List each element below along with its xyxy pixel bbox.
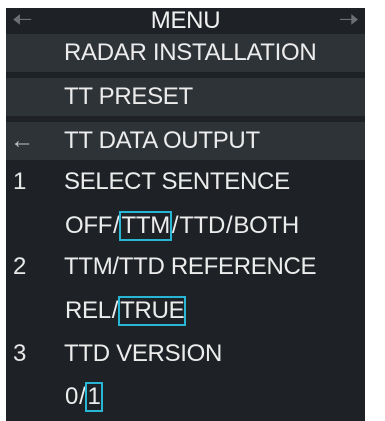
- setting-ttm-ttd-reference-options: REL/TRUE: [6, 292, 365, 330]
- menu-item-tt-data-output[interactable]: ← TT DATA OUTPUT: [6, 122, 365, 160]
- menu-header: 🠠 MENU 🠢: [6, 8, 365, 34]
- option-ttd[interactable]: TTD: [178, 211, 226, 241]
- menu-item-radar-installation[interactable]: RADAR INSTALLATION: [6, 34, 365, 72]
- setting-number: 3: [13, 340, 27, 367]
- option-ttm[interactable]: TTM: [119, 211, 172, 241]
- option-group: REL/TRUE: [64, 292, 187, 330]
- setting-ttd-version-options: 0/1: [6, 378, 365, 416]
- setting-select-sentence-options: OFF/TTM/TTD/BOTH: [6, 207, 365, 245]
- option-off[interactable]: OFF: [64, 211, 113, 241]
- setting-ttm-ttd-reference[interactable]: 2 TTM/TTD REFERENCE: [6, 248, 365, 286]
- setting-label: TTM/TTD REFERENCE: [64, 253, 317, 280]
- option-both[interactable]: BOTH: [232, 211, 299, 241]
- setting-number: 2: [13, 253, 27, 280]
- option-0[interactable]: 0: [64, 382, 79, 412]
- menu-panel: 🠠 MENU 🠢 RADAR INSTALLATION TT PRESET ← …: [6, 8, 365, 421]
- setting-select-sentence[interactable]: 1 SELECT SENTENCE: [6, 163, 365, 201]
- menu-item-label: TT PRESET: [64, 83, 193, 110]
- setting-number: 1: [13, 168, 27, 195]
- setting-label: SELECT SENTENCE: [64, 168, 290, 195]
- option-group: 0/1: [64, 378, 103, 416]
- option-group: OFF/TTM/TTD/BOTH: [64, 207, 300, 245]
- option-true[interactable]: TRUE: [118, 296, 187, 326]
- right-arrow-icon[interactable]: 🠢: [339, 8, 360, 34]
- setting-label: TTD VERSION: [64, 340, 223, 367]
- option-1[interactable]: 1: [85, 382, 103, 412]
- menu-item-label: RADAR INSTALLATION: [64, 39, 317, 66]
- option-rel[interactable]: REL: [64, 296, 112, 326]
- menu-item-label: TT DATA OUTPUT: [64, 127, 260, 154]
- menu-item-tt-preset[interactable]: TT PRESET: [6, 78, 365, 116]
- menu-title: MENU: [150, 7, 221, 34]
- back-arrow-icon[interactable]: ←: [10, 122, 40, 160]
- setting-ttd-version[interactable]: 3 TTD VERSION: [6, 335, 365, 373]
